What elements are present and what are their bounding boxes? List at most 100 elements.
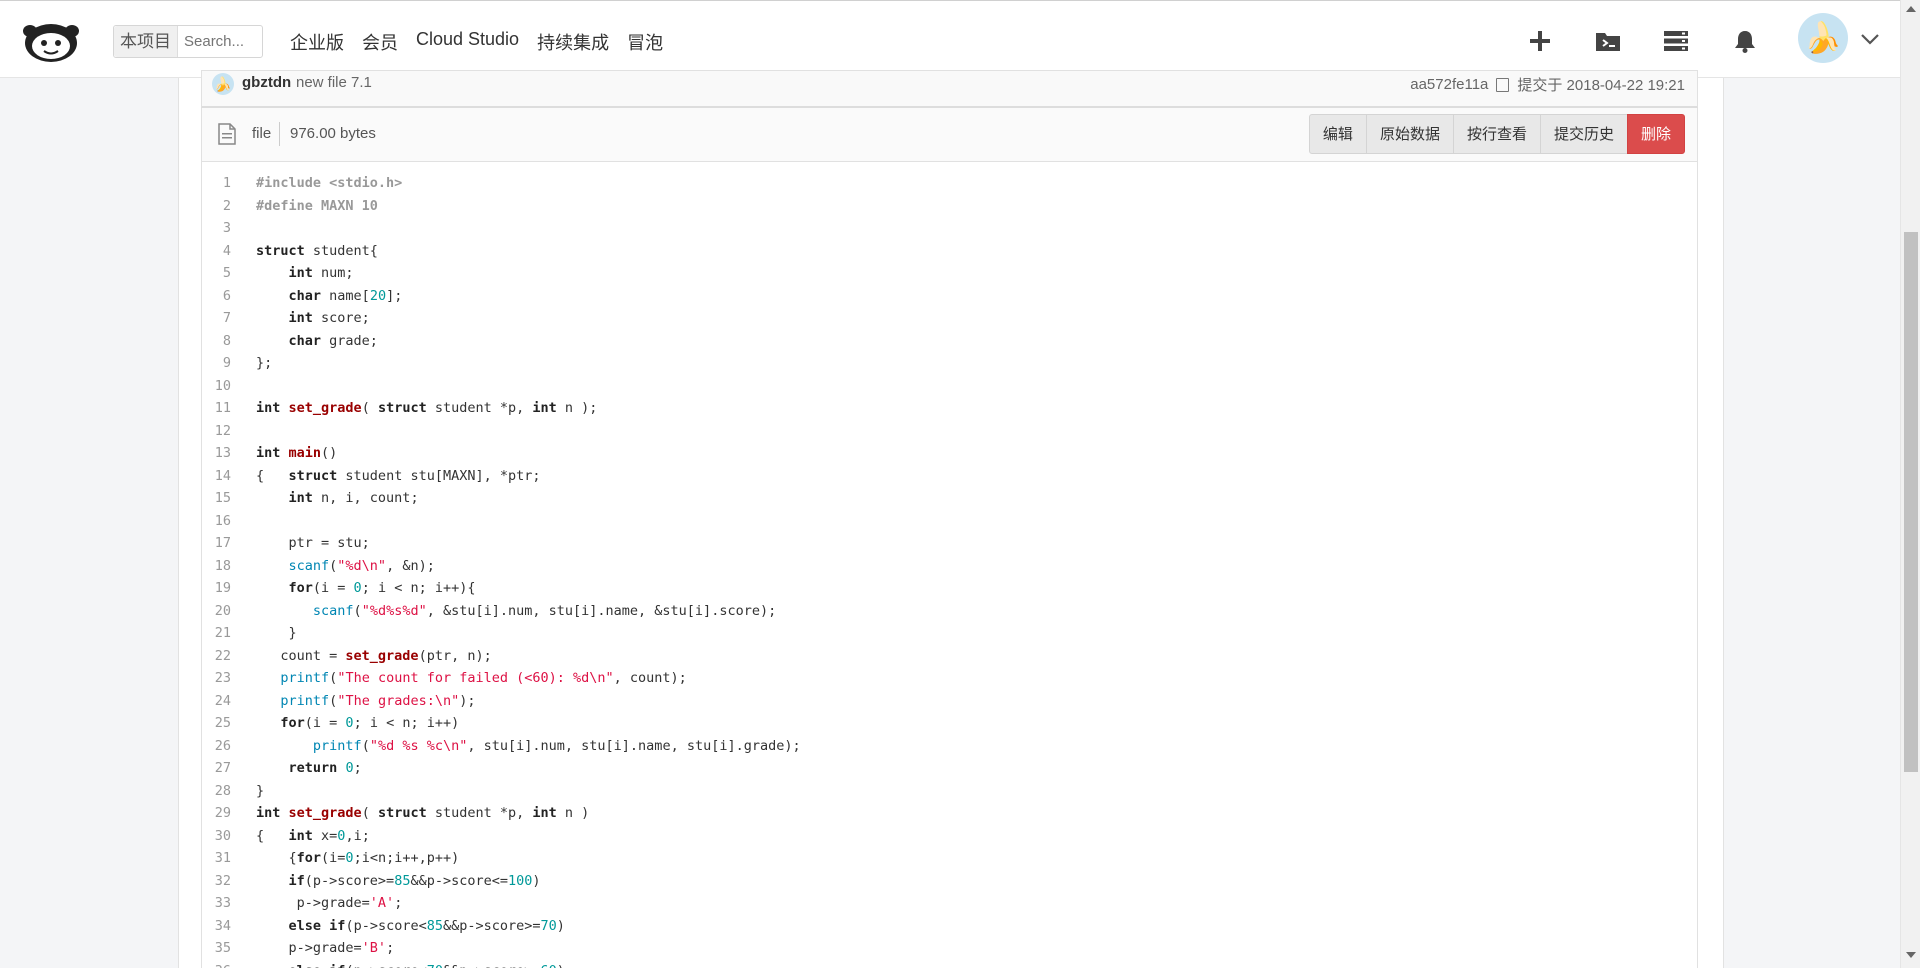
code-text: for(i = 0; i < n; i++){ bbox=[288, 580, 476, 596]
line-number[interactable]: 19 bbox=[202, 577, 231, 600]
nav-link-ci[interactable]: 持续集成 bbox=[537, 29, 609, 55]
line-number[interactable]: 32 bbox=[202, 870, 231, 893]
line-number[interactable]: 34 bbox=[202, 915, 231, 938]
line-number[interactable]: 21 bbox=[202, 622, 231, 645]
code-text: int score; bbox=[288, 310, 370, 326]
line-number[interactable]: 10 bbox=[202, 375, 231, 398]
code-text: if(p->score>=85&&p->score<=100) bbox=[288, 872, 541, 889]
line-number[interactable]: 14 bbox=[202, 465, 231, 488]
code-viewer[interactable]: 1 #include <stdio.h> 2 #define MAXN 10 3 4 str… bbox=[201, 162, 1698, 968]
file-name: file bbox=[252, 125, 272, 142]
banana-avatar[interactable]: 🍌 bbox=[1798, 13, 1848, 63]
commit-author-avatar[interactable]: 🍌 bbox=[212, 73, 234, 95]
top-navbar: 本项目 企业版 会员 Cloud Studio 持续集成 冒泡 🍌 bbox=[0, 0, 1900, 78]
code-text: int set_grade( struct student *p, int n … bbox=[256, 805, 590, 821]
line-number[interactable]: 17 bbox=[202, 532, 231, 555]
line-number[interactable]: 25 bbox=[202, 712, 231, 735]
line-number[interactable]: 16 bbox=[202, 510, 231, 533]
line-number[interactable]: 13 bbox=[202, 442, 231, 465]
code-text: { struct student stu[MAXN], *ptr; bbox=[256, 467, 541, 484]
code-text: else if(p->score<85&&p->score>=70) bbox=[288, 917, 565, 934]
code-text: printf("The grades:\n"); bbox=[280, 692, 476, 709]
bell-icon[interactable] bbox=[1725, 21, 1765, 61]
monkey-logo-icon[interactable] bbox=[22, 17, 80, 63]
history-button[interactable]: 提交历史 bbox=[1539, 114, 1628, 154]
line-number[interactable]: 29 bbox=[202, 802, 231, 825]
main-nav-links: 企业版 会员 Cloud Studio 持续集成 冒泡 bbox=[290, 29, 663, 55]
plus-icon[interactable] bbox=[1520, 21, 1560, 61]
line-number[interactable]: 35 bbox=[202, 937, 231, 960]
line-number[interactable]: 26 bbox=[202, 735, 231, 758]
code-text: count = set_grade(ptr, n); bbox=[256, 647, 492, 664]
code-text: #define MAXN 10 bbox=[256, 197, 378, 214]
file-header: file 976.00 bytes 编辑 原始数据 按行查看 提交历史 删除 bbox=[201, 108, 1698, 162]
line-number[interactable]: 20 bbox=[202, 600, 231, 623]
code-text: int set_grade( struct student *p, int n … bbox=[256, 400, 598, 416]
code-text: printf("%d %s %c\n", stu[i].num, stu[i].… bbox=[312, 737, 801, 754]
line-number[interactable]: 23 bbox=[202, 667, 231, 690]
line-number[interactable]: 36 bbox=[202, 960, 231, 968]
divider bbox=[279, 122, 280, 146]
code-text: int n, i, count; bbox=[288, 490, 419, 506]
line-number[interactable]: 4 bbox=[202, 240, 231, 263]
code-text: scanf("%d\n", &n); bbox=[288, 557, 435, 574]
page-scrollbar[interactable] bbox=[1900, 0, 1920, 968]
nav-link-bubble[interactable]: 冒泡 bbox=[627, 29, 663, 55]
code-text: char name[20]; bbox=[288, 287, 403, 304]
file-icon bbox=[218, 123, 236, 145]
search-scope-label[interactable]: 本项目 bbox=[114, 26, 178, 57]
line-number[interactable]: 3 bbox=[202, 217, 231, 240]
raw-button[interactable]: 原始数据 bbox=[1365, 114, 1454, 154]
commit-meta: aa572fe11a 提交于 2018-04-22 19:21 bbox=[1410, 74, 1685, 95]
server-icon[interactable] bbox=[1656, 21, 1696, 61]
code-text: p->grade='B'; bbox=[256, 940, 395, 956]
commit-info-bar: 🍌 gbztdn new file 7.1 aa572fe11a 提交于 201… bbox=[201, 70, 1698, 108]
code-text: scanf("%d%s%d", &stu[i].num, stu[i].name… bbox=[312, 602, 777, 619]
edit-button[interactable]: 编辑 bbox=[1308, 114, 1367, 154]
line-number[interactable]: 33 bbox=[202, 892, 231, 915]
line-number[interactable]: 7 bbox=[202, 307, 231, 330]
commit-time: 提交于 2018-04-22 19:21 bbox=[1517, 77, 1685, 94]
line-number[interactable]: 2 bbox=[202, 195, 231, 218]
line-number[interactable]: 8 bbox=[202, 330, 231, 353]
line-number[interactable]: 27 bbox=[202, 757, 231, 780]
nav-link-enterprise[interactable]: 企业版 bbox=[290, 29, 344, 55]
commit-hash[interactable]: aa572fe11a bbox=[1410, 76, 1488, 93]
file-action-buttons: 编辑 原始数据 按行查看 提交历史 删除 bbox=[1308, 114, 1685, 154]
line-number[interactable]: 28 bbox=[202, 780, 231, 803]
search-box[interactable]: 本项目 bbox=[113, 25, 263, 58]
code-text: int num; bbox=[288, 265, 354, 281]
line-number[interactable]: 22 bbox=[202, 645, 231, 668]
copy-icon[interactable] bbox=[1496, 77, 1510, 92]
scroll-down-arrow[interactable] bbox=[1906, 952, 1916, 958]
code-text: struct student{ bbox=[256, 242, 378, 259]
scrollbar-thumb[interactable] bbox=[1904, 232, 1918, 772]
nav-link-member[interactable]: 会员 bbox=[362, 29, 398, 55]
commit-author[interactable]: gbztdn bbox=[242, 74, 291, 91]
line-number[interactable]: 5 bbox=[202, 262, 231, 285]
line-number[interactable]: 24 bbox=[202, 690, 231, 713]
line-number[interactable]: 18 bbox=[202, 555, 231, 578]
blame-button[interactable]: 按行查看 bbox=[1452, 114, 1541, 154]
line-number[interactable]: 11 bbox=[202, 397, 231, 420]
line-number[interactable]: 9 bbox=[202, 352, 231, 375]
line-number[interactable]: 12 bbox=[202, 420, 231, 443]
nav-link-cloud-studio[interactable]: Cloud Studio bbox=[416, 29, 519, 55]
scroll-up-arrow[interactable] bbox=[1906, 6, 1916, 12]
chevron-down-icon[interactable] bbox=[1858, 27, 1882, 51]
line-number[interactable]: 30 bbox=[202, 825, 231, 848]
delete-button[interactable]: 删除 bbox=[1626, 114, 1685, 154]
code-text: } bbox=[256, 782, 265, 799]
code-text: #include <stdio.h> bbox=[256, 175, 403, 191]
search-input[interactable] bbox=[178, 33, 258, 50]
line-number[interactable]: 6 bbox=[202, 285, 231, 308]
code-text: else if(p->score<70&&p->score>=60) bbox=[256, 960, 565, 968]
terminal-folder-icon[interactable] bbox=[1588, 21, 1628, 61]
file-size: 976.00 bytes bbox=[290, 125, 376, 142]
line-number[interactable]: 15 bbox=[202, 487, 231, 510]
code-text: printf("The count for failed (<60): %d\n… bbox=[280, 670, 687, 686]
line-number[interactable]: 31 bbox=[202, 847, 231, 870]
commit-message[interactable]: new file 7.1 bbox=[296, 74, 372, 91]
code-text: ptr = stu; bbox=[256, 535, 370, 551]
line-number[interactable]: 1 bbox=[202, 172, 231, 195]
